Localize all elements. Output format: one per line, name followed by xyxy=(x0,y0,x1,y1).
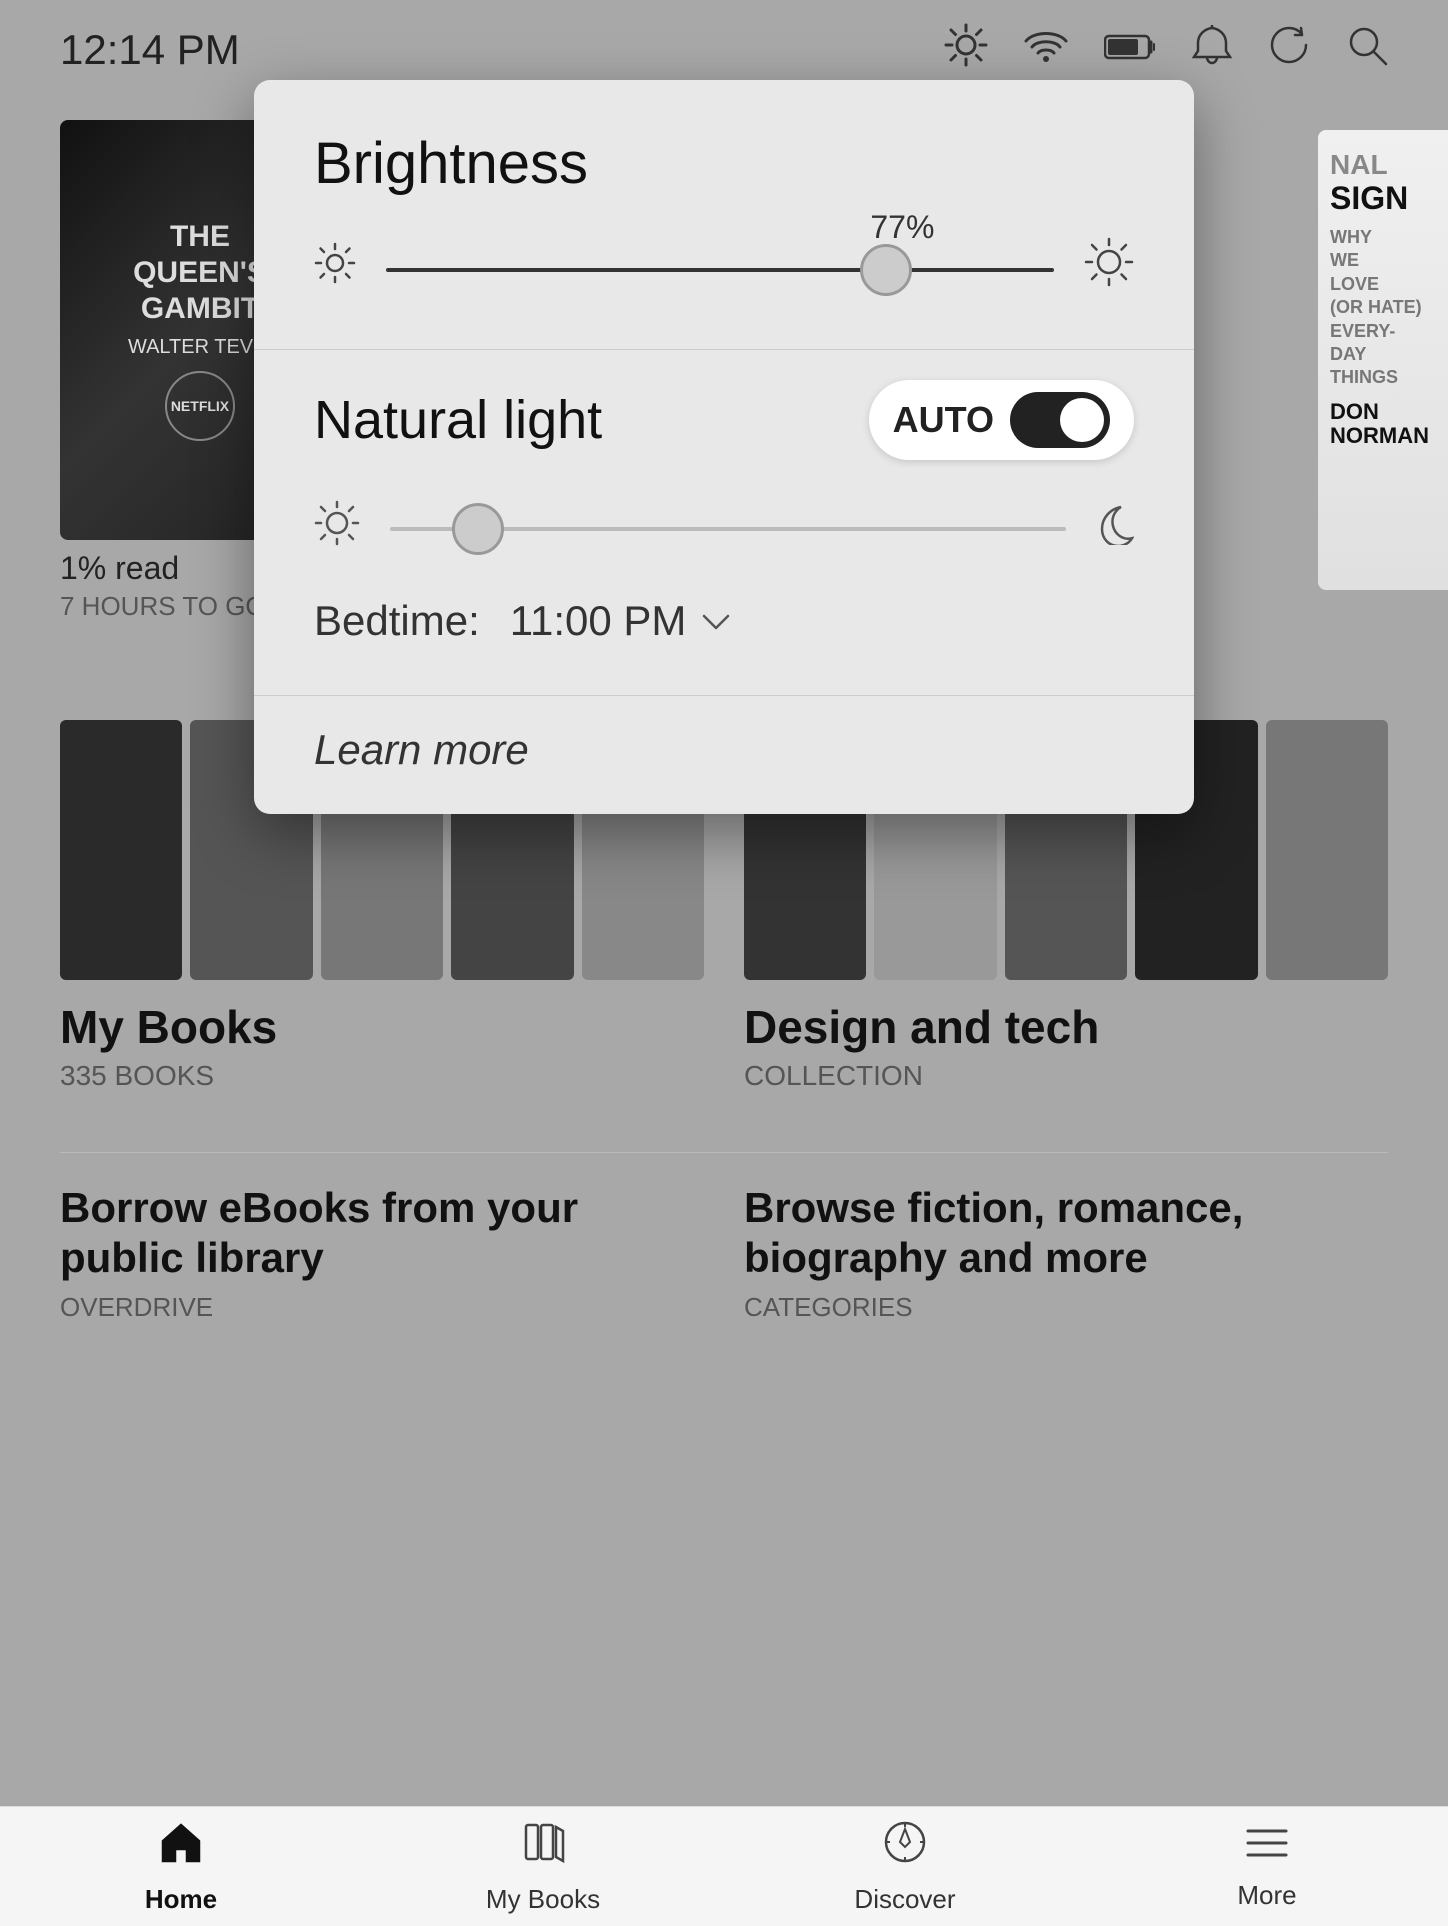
warmth-slider-container xyxy=(314,500,1134,557)
nav-my-books-label: My Books xyxy=(486,1884,600,1915)
warmth-slider[interactable] xyxy=(390,527,1066,531)
natural-light-header: Natural light AUTO xyxy=(314,380,1134,460)
books-icon xyxy=(520,1819,566,1876)
overdrive-sub: OVERDRIVE xyxy=(60,1292,704,1323)
search-icon[interactable] xyxy=(1346,24,1388,76)
sun-icon xyxy=(944,23,988,77)
nav-my-books[interactable]: My Books xyxy=(362,1819,724,1915)
natural-light-section: Natural light AUTO xyxy=(254,350,1194,696)
panel-arrow xyxy=(704,80,744,82)
compass-icon xyxy=(882,1819,928,1876)
learn-more-section: Learn more xyxy=(254,696,1194,814)
nav-discover[interactable]: Discover xyxy=(724,1819,1086,1915)
link-sections: Borrow eBooks from your public library O… xyxy=(60,1152,1388,1323)
status-time: 12:14 PM xyxy=(60,26,240,74)
nav-home[interactable]: Home xyxy=(0,1819,362,1915)
bell-icon xyxy=(1192,23,1232,77)
nav-more[interactable]: More xyxy=(1086,1822,1448,1911)
chevron-down-icon xyxy=(702,603,730,640)
brightness-slider-wrapper: 77% xyxy=(386,259,1054,277)
auto-toggle[interactable]: AUTO xyxy=(869,380,1134,460)
warmth-sun-icon xyxy=(314,500,360,557)
auto-label: AUTO xyxy=(893,399,994,441)
brightness-slider-container: 77% xyxy=(314,237,1134,299)
brightness-section: Brightness 77% xyxy=(254,80,1194,350)
brightness-percent: 77% xyxy=(870,209,934,246)
my-books-count: 335 BOOKS xyxy=(60,1060,704,1092)
design-cover-5 xyxy=(1266,720,1388,980)
overdrive-section[interactable]: Borrow eBooks from your public library O… xyxy=(60,1183,704,1323)
natural-light-title: Natural light xyxy=(314,389,602,451)
bedtime-row: Bedtime: 11:00 PM xyxy=(314,597,1134,645)
toggle-switch[interactable] xyxy=(1010,392,1110,448)
brightness-slider[interactable] xyxy=(386,268,1054,272)
design-tech-sub: COLLECTION xyxy=(744,1060,1388,1092)
categories-sub: CATEGORIES xyxy=(744,1292,1388,1323)
nav-more-label: More xyxy=(1237,1880,1296,1911)
overdrive-title: Borrow eBooks from your public library xyxy=(60,1183,704,1284)
moon-icon xyxy=(1096,503,1134,555)
toggle-knob xyxy=(1060,398,1104,442)
categories-section[interactable]: Browse fiction, romance, biography and m… xyxy=(744,1183,1388,1323)
status-icons xyxy=(944,23,1388,77)
learn-more-link[interactable]: Learn more xyxy=(314,726,529,773)
design-tech-title: Design and tech xyxy=(744,1000,1388,1054)
brightness-panel: Brightness 77% xyxy=(254,80,1194,814)
book-cover-1 xyxy=(60,720,182,980)
sun-large-icon xyxy=(1084,237,1134,299)
brightness-title: Brightness xyxy=(314,130,1134,197)
menu-icon xyxy=(1244,1822,1290,1872)
bedtime-time-selector[interactable]: 11:00 PM xyxy=(510,597,731,645)
bedtime-label: Bedtime: xyxy=(314,597,480,645)
categories-title: Browse fiction, romance, biography and m… xyxy=(744,1183,1388,1284)
home-icon xyxy=(158,1819,204,1876)
bottom-nav: Home My Books Discover xyxy=(0,1806,1448,1926)
nav-home-label: Home xyxy=(145,1884,217,1915)
refresh-icon[interactable] xyxy=(1268,24,1310,76)
bedtime-time-value: 11:00 PM xyxy=(510,597,687,645)
sun-small-icon xyxy=(314,242,356,294)
battery-icon xyxy=(1104,29,1156,72)
nav-discover-label: Discover xyxy=(854,1884,955,1915)
wifi-icon xyxy=(1024,27,1068,73)
my-books-title: My Books xyxy=(60,1000,704,1054)
right-book-partial: NAL SIGN WHYWELOVE(OR HATE)EVERY-DAYTHIN… xyxy=(1318,130,1448,590)
